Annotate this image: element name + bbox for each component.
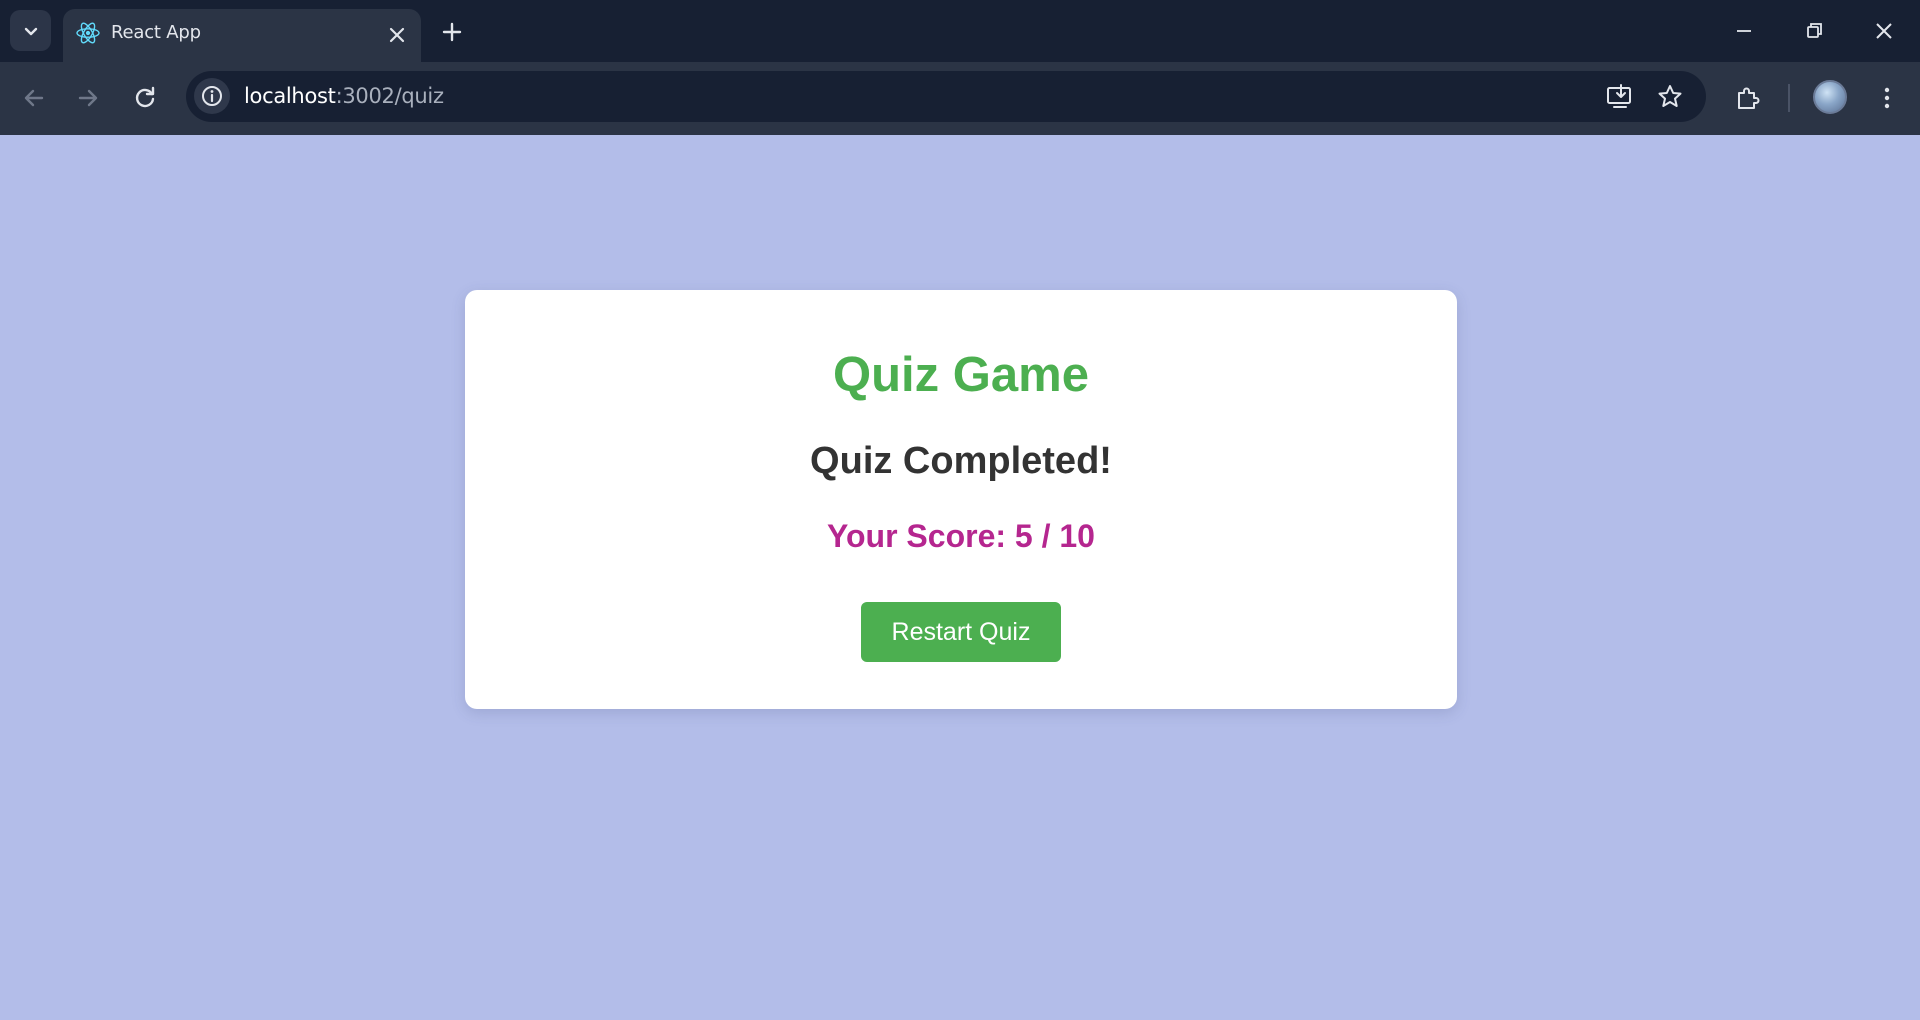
url-text[interactable]: localhost:3002/quiz xyxy=(244,84,444,108)
forward-arrow-icon[interactable] xyxy=(72,82,104,114)
url-path: :3002/quiz xyxy=(335,84,444,108)
site-info-button[interactable] xyxy=(194,78,230,114)
quiz-result-card: Quiz Game Quiz Completed! Your Score: 5 … xyxy=(465,290,1457,709)
close-tab-icon[interactable] xyxy=(385,23,409,47)
install-app-icon[interactable] xyxy=(1604,81,1636,113)
reload-icon[interactable] xyxy=(129,82,161,114)
browser-tab-active[interactable]: React App xyxy=(63,9,421,62)
more-menu-icon[interactable] xyxy=(1871,82,1903,114)
restart-quiz-button[interactable]: Restart Quiz xyxy=(861,602,1061,662)
url-host: localhost xyxy=(244,84,336,108)
toolbar-divider xyxy=(1788,84,1790,112)
browser-toolbar: localhost:3002/quiz xyxy=(0,62,1920,135)
info-icon xyxy=(202,86,222,106)
bookmark-star-icon[interactable] xyxy=(1654,81,1686,113)
quiz-status-heading: Quiz Completed! xyxy=(810,440,1112,482)
restore-window-icon[interactable] xyxy=(1799,16,1829,46)
tab-search-button[interactable] xyxy=(10,10,51,51)
minimize-icon[interactable] xyxy=(1729,16,1759,46)
new-tab-plus-icon[interactable] xyxy=(438,18,466,46)
extensions-puzzle-icon[interactable] xyxy=(1732,82,1764,114)
page-title: Quiz Game xyxy=(833,348,1089,402)
close-window-icon[interactable] xyxy=(1869,16,1899,46)
react-logo-icon xyxy=(76,22,100,44)
address-bar[interactable]: localhost:3002/quiz xyxy=(186,71,1706,122)
profile-avatar[interactable] xyxy=(1813,80,1847,114)
chevron-down-icon xyxy=(24,27,37,35)
score-text: Your Score: 5 / 10 xyxy=(827,518,1095,554)
tab-title: React App xyxy=(111,22,201,43)
browser-titlebar: React App xyxy=(0,0,1920,62)
back-arrow-icon[interactable] xyxy=(18,82,50,114)
